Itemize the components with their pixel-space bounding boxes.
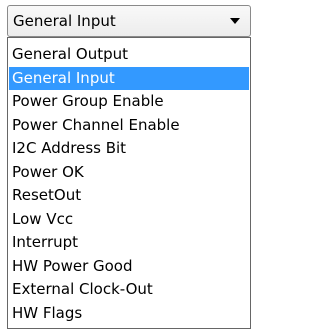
- option-interrupt[interactable]: Interrupt: [9, 231, 249, 255]
- triangle-down-icon[interactable]: [228, 14, 242, 28]
- option-general-output[interactable]: General Output: [9, 43, 249, 67]
- option-hw-power-good[interactable]: HW Power Good: [9, 255, 249, 279]
- option-i2c-address-bit[interactable]: I2C Address Bit: [9, 137, 249, 161]
- option-power-channel-enable[interactable]: Power Channel Enable: [9, 114, 249, 138]
- option-general-input[interactable]: General Input: [9, 66, 249, 90]
- selected-value: General Input: [13, 12, 116, 30]
- option-power-group-enable[interactable]: Power Group Enable: [9, 90, 249, 114]
- option-external-clock-out[interactable]: External Clock-Out: [9, 278, 249, 302]
- dropdown-list: General Output General Input Power Group…: [7, 37, 251, 329]
- function-select[interactable]: General Input: [7, 5, 251, 37]
- option-resetout[interactable]: ResetOut: [9, 184, 249, 208]
- option-power-ok[interactable]: Power OK: [9, 161, 249, 185]
- option-low-vcc[interactable]: Low Vcc: [9, 208, 249, 232]
- option-hw-flags[interactable]: HW Flags: [9, 302, 249, 326]
- options-list: General Output General Input Power Group…: [8, 43, 250, 325]
